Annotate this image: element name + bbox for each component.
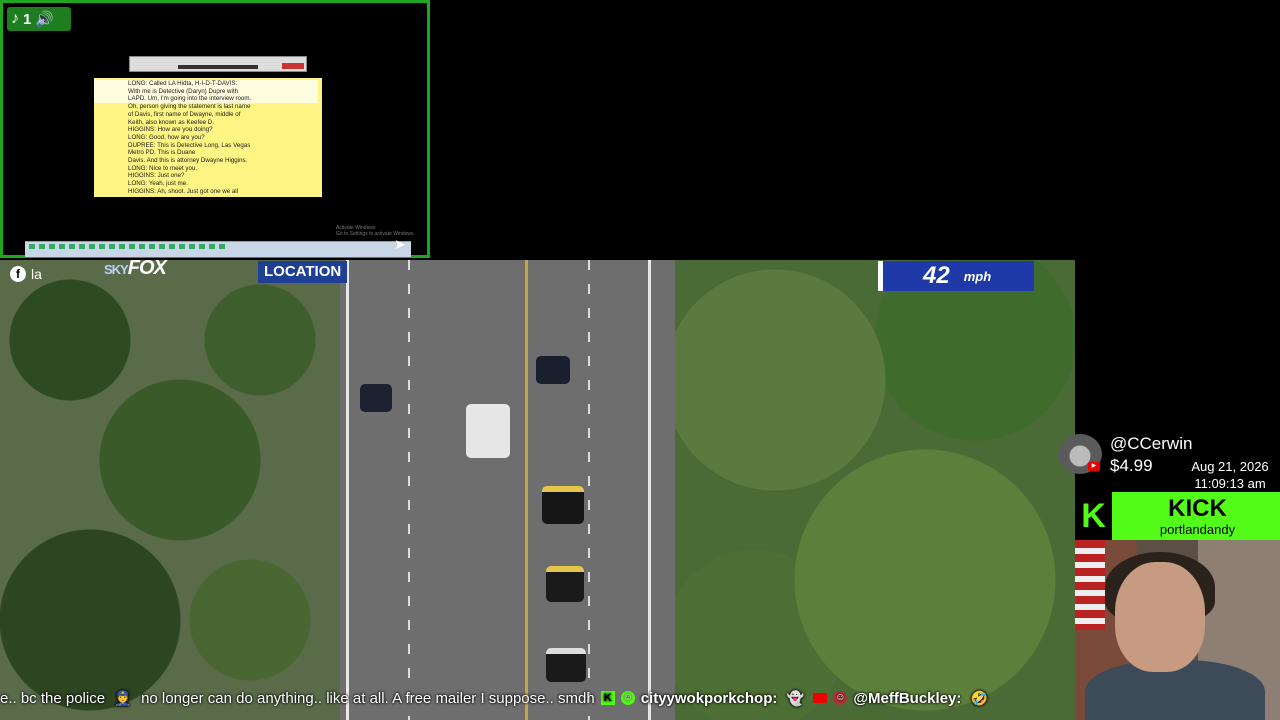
skyfox-logo: SKYFOX bbox=[104, 260, 167, 280]
chat-ticker: e.. bc the police 👮 no longer can do any… bbox=[0, 684, 1075, 712]
toolbar-controls[interactable] bbox=[178, 65, 258, 69]
road-edge bbox=[346, 260, 349, 720]
tiktok-icon: ♪ bbox=[11, 10, 19, 27]
streamer-face bbox=[1115, 562, 1205, 672]
transcript-line: LONG: Good, how are you? bbox=[128, 133, 205, 141]
facebook-icon: f bbox=[10, 266, 26, 282]
user-badge-icon: ☺ bbox=[833, 691, 848, 705]
donor-username: @CCerwin bbox=[1110, 434, 1193, 453]
road-edge bbox=[648, 260, 651, 720]
speed-indicator: 42 mph bbox=[878, 261, 1034, 291]
transcript-line: LONG: Nice to meet you. bbox=[128, 164, 198, 172]
mouse-cursor-icon: ➤ bbox=[394, 236, 406, 252]
police-car bbox=[542, 486, 584, 524]
ticker-text: e.. bc the police bbox=[0, 689, 106, 707]
location-label: LOCATION bbox=[258, 261, 348, 283]
tiktok-viewer-badge: ♪ 1 🔊 bbox=[7, 7, 71, 31]
kick-banner: K KICK portlandandy bbox=[1075, 492, 1280, 540]
transcript-line: DUPREE: This is Detective Long, Las Vega… bbox=[128, 141, 251, 149]
youtube-icon: ▶ bbox=[1088, 462, 1100, 471]
kick-channel: portlandandy bbox=[1159, 521, 1236, 537]
viewer-count: 1 bbox=[23, 10, 32, 28]
logo-fox: FOX bbox=[127, 260, 167, 279]
road bbox=[340, 260, 680, 720]
toolbar-close-button[interactable] bbox=[282, 63, 304, 69]
facebook-label: la bbox=[31, 266, 42, 282]
clock-date: Aug 21, 2026 bbox=[1191, 459, 1269, 474]
laughing-emoji-icon: 🤣 bbox=[970, 690, 989, 706]
taskbar-icons[interactable] bbox=[29, 244, 229, 249]
transcript-line: With me is Detective (Daryn) Dupre with bbox=[94, 87, 318, 96]
car bbox=[360, 384, 392, 412]
kick-logo-icon: K bbox=[1075, 492, 1115, 540]
kick-icon: K bbox=[600, 691, 615, 705]
speed-value: 42 bbox=[923, 262, 950, 289]
aerial-news-feed: f la SKYFOX LOCATION 42 mph bbox=[0, 260, 1075, 720]
ticker-text: no longer can do anything.. like at all.… bbox=[141, 689, 595, 707]
chat-username: cityywokporkchop: bbox=[640, 689, 778, 707]
facebook-tag: f la bbox=[10, 266, 42, 282]
transcript-line: HIGGINS: How are you doing? bbox=[128, 126, 213, 134]
streamer-webcam bbox=[1075, 540, 1280, 720]
flag-background bbox=[1075, 540, 1105, 630]
transcript-line: LAPD. Um, I'm going into the interview r… bbox=[94, 95, 318, 104]
transcript-line: HIGGINS: Just one? bbox=[128, 172, 185, 180]
clock-time: 11:09:13 am bbox=[1194, 476, 1266, 491]
transcript-line: HIGGINS: Ah, shoot. Just got one we all bbox=[128, 187, 239, 195]
document-toolbar[interactable] bbox=[129, 56, 307, 72]
police-car bbox=[546, 648, 586, 682]
trees-left bbox=[0, 260, 350, 720]
lane-marking bbox=[408, 260, 410, 720]
youtube-icon bbox=[813, 693, 828, 703]
clock: Aug 21, 2026 11:09:13 am bbox=[1180, 458, 1280, 492]
transcript-line: LONG: Called LA Hidta, H-I-D-T-DAVIS: bbox=[94, 80, 318, 88]
transcript-line: Metro PD. This is Duane bbox=[128, 149, 196, 157]
transcript-line: Oh, person giving the statement is last … bbox=[128, 103, 251, 111]
transcript-line: LONG: Yeah, just me. bbox=[128, 180, 188, 188]
car bbox=[536, 356, 570, 384]
transcript-line: Keith, also known as Keefee D. bbox=[128, 118, 214, 126]
police-car bbox=[546, 566, 584, 602]
logo-sky: SKY bbox=[104, 262, 129, 277]
ghost-emoji-icon: 👻 bbox=[786, 690, 805, 706]
speed-unit: mph bbox=[963, 268, 992, 284]
center-line bbox=[525, 260, 528, 720]
transcript-page: LONG: Called LA Hidta, H-I-D-T-DAVIS: Wi… bbox=[94, 78, 322, 197]
truck bbox=[466, 404, 510, 458]
donation-amount: $4.99 bbox=[1110, 456, 1153, 475]
kick-text: KICK portlandandy bbox=[1115, 494, 1280, 537]
user-badge-icon: ☺ bbox=[620, 691, 635, 705]
transcript-line: Davis. And this is attorney Dwayne Higgi… bbox=[128, 157, 248, 165]
transcript-line: of Davis, first name of Dwayne, middle o… bbox=[128, 110, 241, 118]
lane-marking bbox=[588, 260, 590, 720]
speaker-icon[interactable]: 🔊 bbox=[35, 10, 54, 28]
trees-right bbox=[675, 260, 1075, 720]
transcript-window: ♪ 1 🔊 LONG: Called LA Hidta, H-I-D-T-DAV… bbox=[0, 0, 430, 258]
chat-username: @MeffBuckley: bbox=[853, 689, 962, 707]
police-officer-emoji-icon: 👮 bbox=[114, 690, 132, 706]
kick-brand: KICK bbox=[1168, 494, 1227, 522]
taskbar[interactable] bbox=[25, 241, 411, 257]
